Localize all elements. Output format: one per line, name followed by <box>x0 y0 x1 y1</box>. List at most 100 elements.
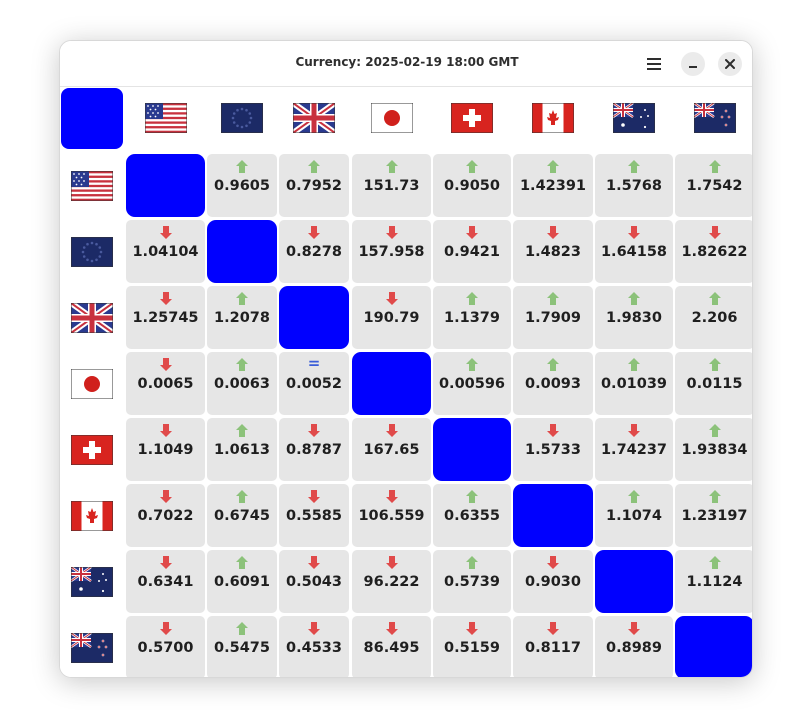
rate-cell[interactable]: 0.5475 <box>207 616 277 677</box>
rate-cell[interactable]: 1.23197 <box>675 484 752 547</box>
rate-cell[interactable]: 0.9421 <box>433 220 511 283</box>
rate-cell[interactable]: 96.222 <box>352 550 431 613</box>
rate-cell[interactable]: 1.42391 <box>513 154 593 217</box>
rate-value: 0.7022 <box>137 508 194 524</box>
rate-value: 0.5700 <box>137 640 194 656</box>
title-bar[interactable]: Currency: 2025-02-19 18:00 GMT <box>60 41 752 87</box>
exchange-rate-grid: 0.9605 0.7952 151.73 0.9050 1.42391 1.5768 1.7… <box>60 87 752 677</box>
currency-window: Currency: 2025-02-19 18:00 GMT 0.9605 0.7… <box>59 40 753 678</box>
rate-cell[interactable]: 0.0115 <box>675 352 752 415</box>
rate-value: 2.206 <box>691 310 738 326</box>
rate-cell[interactable]: 0.7022 <box>126 484 205 547</box>
rate-cell[interactable]: 1.1124 <box>675 550 752 613</box>
rate-cell[interactable]: 0.9050 <box>433 154 511 217</box>
rate-cell[interactable]: 0.0063 <box>207 352 277 415</box>
rate-value: 1.5733 <box>525 442 581 458</box>
arrow-down-icon <box>385 490 399 503</box>
rate-cell[interactable]: 1.9830 <box>595 286 673 349</box>
rate-cell[interactable]: 1.74237 <box>595 418 673 481</box>
arrow-down-icon <box>307 490 321 503</box>
rate-cell[interactable]: 1.0613 <box>207 418 277 481</box>
rate-cell[interactable]: 1.25745 <box>126 286 205 349</box>
arrow-down-icon <box>159 292 173 305</box>
arrow-up-icon <box>708 292 722 305</box>
rate-cell[interactable]: 0.6745 <box>207 484 277 547</box>
rate-cell[interactable]: 0.7952 <box>279 154 349 217</box>
rate-cell[interactable]: 0.0065 <box>126 352 205 415</box>
rate-cell[interactable]: 0.9605 <box>207 154 277 217</box>
rate-value: 0.6091 <box>214 574 270 590</box>
rate-cell[interactable]: 2.206 <box>675 286 752 349</box>
rate-cell[interactable]: 157.958 <box>352 220 431 283</box>
rate-value: 0.01039 <box>600 376 668 392</box>
rate-cell[interactable]: 0.8989 <box>595 616 673 677</box>
rate-value: 1.0613 <box>214 442 270 458</box>
rate-cell[interactable]: 106.559 <box>352 484 431 547</box>
close-button[interactable] <box>718 52 742 76</box>
rate-cell[interactable]: 1.93834 <box>675 418 752 481</box>
rate-cell[interactable]: 0.6091 <box>207 550 277 613</box>
rate-cell[interactable]: 1.64158 <box>595 220 673 283</box>
rate-cell[interactable]: 1.04104 <box>126 220 205 283</box>
arrow-up-icon <box>708 424 722 437</box>
rate-cell[interactable]: 0.8117 <box>513 616 593 677</box>
rate-value: 96.222 <box>363 574 420 590</box>
minimize-button[interactable] <box>681 52 705 76</box>
rate-cell[interactable]: 0.6341 <box>126 550 205 613</box>
menu-button[interactable] <box>640 52 668 76</box>
rate-cell[interactable]: 0.4533 <box>279 616 349 677</box>
rate-cell[interactable]: 0.5585 <box>279 484 349 547</box>
rate-value: 0.9030 <box>525 574 581 590</box>
flag-uk-icon <box>71 303 113 333</box>
diagonal-cell <box>279 286 349 349</box>
rate-value: 0.0063 <box>214 376 270 392</box>
minimize-icon <box>689 66 697 68</box>
flag-usa-icon <box>145 103 187 133</box>
rate-cell[interactable]: 1.1049 <box>126 418 205 481</box>
arrow-up-icon <box>307 160 321 173</box>
rate-cell[interactable]: 0.5700 <box>126 616 205 677</box>
rate-cell[interactable]: 1.7542 <box>675 154 752 217</box>
flag-australia-icon <box>613 103 655 133</box>
arrow-down-icon <box>159 424 173 437</box>
rate-cell[interactable]: 1.5733 <box>513 418 593 481</box>
rate-cell[interactable]: 0.9030 <box>513 550 593 613</box>
flag-new-zealand-icon <box>71 633 113 663</box>
flag-usa-icon <box>71 171 113 201</box>
rate-value: 0.0052 <box>286 376 342 392</box>
rate-cell[interactable]: 0.5159 <box>433 616 511 677</box>
rate-cell[interactable]: 1.82622 <box>675 220 752 283</box>
equal-icon: = <box>307 354 321 372</box>
rate-cell[interactable]: 151.73 <box>352 154 431 217</box>
rate-cell[interactable]: 1.2078 <box>207 286 277 349</box>
rate-value: 1.23197 <box>681 508 748 524</box>
arrow-up-icon <box>546 160 560 173</box>
rate-cell[interactable]: 167.65 <box>352 418 431 481</box>
rate-cell[interactable]: 0.5739 <box>433 550 511 613</box>
rate-value: 0.7952 <box>286 178 342 194</box>
rate-cell[interactable]: 1.1379 <box>433 286 511 349</box>
flag-euro-icon <box>71 237 113 267</box>
rate-cell[interactable]: 86.495 <box>352 616 431 677</box>
arrow-down-icon <box>307 226 321 239</box>
rate-cell[interactable]: 1.7909 <box>513 286 593 349</box>
rate-value: 0.6745 <box>214 508 270 524</box>
rate-cell[interactable]: 0.8787 <box>279 418 349 481</box>
rate-cell[interactable]: 1.1074 <box>595 484 673 547</box>
rate-value: 1.2078 <box>214 310 270 326</box>
flag-australia-icon <box>71 567 113 597</box>
rate-cell[interactable]: 0.0093 <box>513 352 593 415</box>
rate-cell[interactable]: 0.01039 <box>595 352 673 415</box>
rate-cell[interactable]: 1.5768 <box>595 154 673 217</box>
rate-cell[interactable]: 0.00596 <box>433 352 511 415</box>
rate-cell[interactable]: 0.5043 <box>279 550 349 613</box>
arrow-down-icon <box>708 226 722 239</box>
rate-cell[interactable]: 0.8278 <box>279 220 349 283</box>
rate-cell[interactable]: = 0.0052 <box>279 352 349 415</box>
rate-cell[interactable]: 0.6355 <box>433 484 511 547</box>
arrow-up-icon <box>385 160 399 173</box>
rate-cell[interactable]: 1.4823 <box>513 220 593 283</box>
rate-value: 0.8117 <box>525 640 581 656</box>
rate-cell[interactable]: 190.79 <box>352 286 431 349</box>
rate-value: 151.73 <box>363 178 420 194</box>
